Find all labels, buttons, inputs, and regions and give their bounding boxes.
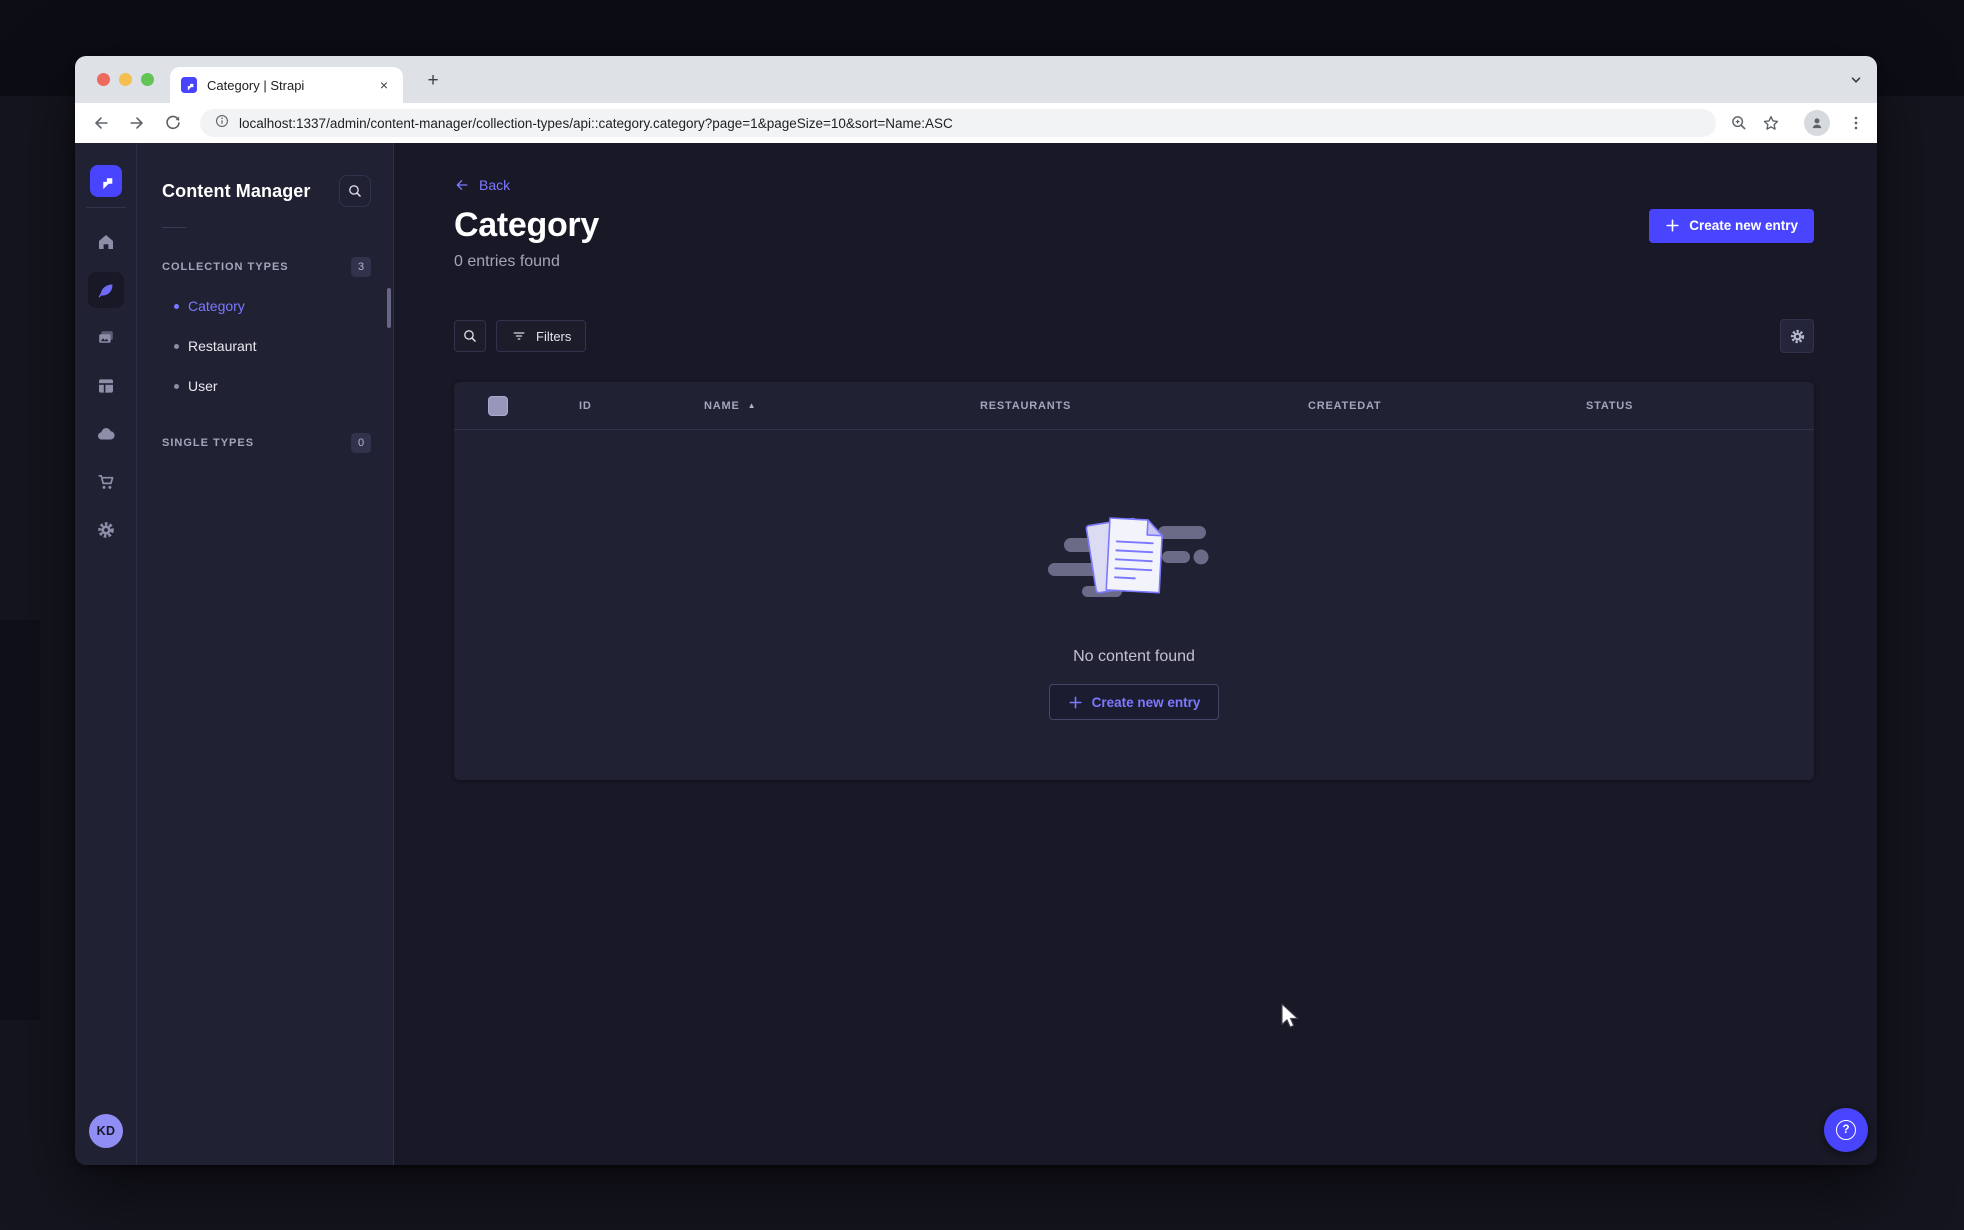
subnav-divider [162,227,186,228]
window-controls [97,73,154,86]
subnav-search-button[interactable] [339,175,371,207]
tab-search-chevron-icon[interactable] [1849,73,1863,92]
page-title: Category [454,206,599,244]
column-header-status[interactable]: STATUS [1586,382,1633,430]
cloud-icon[interactable] [88,416,124,452]
content-manager-subnav: Content Manager COLLECTION TYPES 3 Categ… [137,143,394,1165]
table-search-button[interactable] [454,320,486,352]
empty-state-create-entry-button[interactable]: Create new entry [1048,684,1220,720]
home-icon[interactable] [88,224,124,260]
settings-gear-icon[interactable] [88,512,124,548]
select-all-checkbox[interactable] [488,396,508,416]
user-avatar[interactable]: KD [89,1114,123,1148]
entries-table: ID NAME ▲ RESTAURANTS CREATEDAT STATUS N… [454,382,1814,780]
browser-window: Category | Strapi × + localhost:1337/adm… [75,56,1877,1165]
single-types-label: SINGLE TYPES [162,437,255,449]
browser-tab-strip: Category | Strapi × + [75,56,1877,103]
back-arrow-icon [456,180,468,190]
strapi-app: KD Content Manager COLLECTION TYPES 3 Ca… [75,143,1877,1165]
tab-title: Category | Strapi [207,77,305,93]
marketplace-cart-icon[interactable] [88,464,124,500]
subnav-item-restaurant[interactable]: Restaurant [162,326,371,366]
column-header-id[interactable]: ID [579,382,592,430]
desktop-background-band [0,620,40,1020]
minimize-window-button[interactable] [119,73,132,86]
filters-button[interactable]: Filters [496,320,587,352]
column-header-createdat[interactable]: CREATEDAT [1308,382,1381,430]
column-header-restaurants[interactable]: RESTAURANTS [980,382,1071,430]
entries-count: 0 entries found [454,253,560,270]
content-manager-icon[interactable] [87,272,124,308]
browser-reload-icon[interactable] [164,114,182,132]
new-tab-button[interactable]: + [420,68,446,94]
subnav-scrollbar-thumb[interactable] [387,288,391,328]
question-mark-icon: ? [1836,1120,1856,1140]
rail-divider [85,207,126,208]
browser-tab[interactable]: Category | Strapi × [170,67,403,103]
browser-profile-avatar[interactable] [1804,110,1830,136]
tab-close-icon[interactable]: × [375,76,393,94]
empty-documents-illustration [1048,517,1209,597]
back-link[interactable]: Back [454,177,510,193]
zoom-window-button[interactable] [141,73,154,86]
browser-back-icon[interactable] [92,114,110,132]
table-header-row: ID NAME ▲ RESTAURANTS CREATEDAT STATUS [454,382,1814,430]
plus-icon [1666,219,1679,232]
collection-types-count-badge: 3 [351,257,371,277]
url-bar[interactable]: localhost:1337/admin/content-manager/col… [200,109,1716,137]
subnav-item-category[interactable]: Category [162,286,371,326]
help-button[interactable]: ? [1824,1108,1868,1152]
zoom-search-icon[interactable] [1730,114,1748,132]
subnav-item-user[interactable]: User [162,366,371,406]
site-info-icon[interactable] [214,113,230,134]
browser-menu-icon[interactable] [1847,114,1865,132]
main-navigation-rail: KD [75,143,137,1165]
url-text: localhost:1337/admin/content-manager/col… [239,115,953,131]
create-entry-button[interactable]: Create new entry [1649,208,1814,243]
strapi-logo[interactable] [89,165,122,197]
column-header-name[interactable]: NAME ▲ [704,382,756,430]
view-settings-gear-button[interactable] [1780,319,1814,353]
sort-ascending-icon: ▲ [747,401,757,410]
collection-types-label: COLLECTION TYPES [162,261,289,273]
bullet-icon [174,303,179,309]
empty-state: No content found Create new entry [454,430,1814,780]
empty-state-message: No content found [1073,648,1195,665]
bullet-icon [174,383,179,389]
collection-view: Back Category Create new entry 0 entries… [394,143,1877,1165]
plus-icon [1069,695,1082,709]
single-types-count-badge: 0 [351,433,371,453]
content-type-builder-icon[interactable] [88,368,124,404]
filter-icon [513,332,525,340]
bookmark-star-icon[interactable] [1762,114,1780,132]
subnav-title: Content Manager [162,180,311,201]
strapi-favicon-icon [181,77,197,93]
close-window-button[interactable] [97,73,110,86]
bullet-icon [174,343,179,349]
media-library-icon[interactable] [88,320,124,356]
browser-toolbar: localhost:1337/admin/content-manager/col… [75,103,1877,143]
browser-forward-icon[interactable] [128,114,146,132]
